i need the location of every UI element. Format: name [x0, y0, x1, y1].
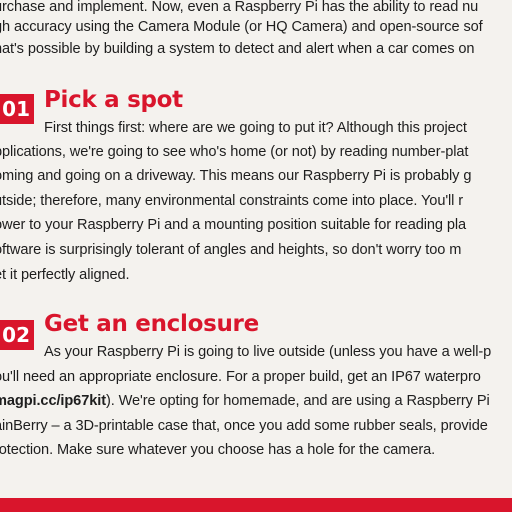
paragraph-line: ower to your Raspberry Pi and a mounting… [0, 217, 467, 233]
paragraph-line: First things first: where are we going t… [44, 120, 467, 136]
intro-line: gh accuracy using the Camera Module (or … [0, 19, 483, 35]
paragraph-line: magpi.cc/ip67kit). We're opting for home… [0, 392, 490, 410]
page-footer-bar [0, 498, 512, 512]
enclosure-kit-link[interactable]: magpi.cc/ip67kit [0, 393, 106, 409]
paragraph-line: pplications, we're going to see who's ho… [0, 144, 469, 160]
step-number-badge: 02 [0, 320, 34, 350]
section-heading: Get an enclosure [44, 311, 259, 337]
paragraph-line: oming and going on a driveway. This mean… [0, 168, 472, 184]
paragraph-line: utside; therefore, many environmental co… [0, 193, 464, 209]
paragraph-line: ou'll need an appropriate enclosure. For… [0, 369, 481, 385]
paragraph-line: et it perfectly aligned. [0, 267, 130, 283]
intro-line: hat's possible by building a system to d… [0, 41, 475, 57]
paragraph-line: ainBerry – a 3D-printable case that, onc… [0, 418, 488, 434]
section-heading: Pick a spot [44, 87, 183, 113]
step-number-badge: 01 [0, 94, 34, 124]
paragraph-line: As your Raspberry Pi is going to live ou… [44, 344, 492, 360]
paragraph-line: rotection. Make sure whatever you choose… [0, 442, 436, 458]
intro-line: urchase and implement. Now, even a Raspb… [0, 0, 479, 15]
paragraph-line: oftware is surprisingly tolerant of angl… [0, 242, 462, 258]
paragraph-text: ). We're opting for homemade, and are us… [105, 393, 490, 409]
